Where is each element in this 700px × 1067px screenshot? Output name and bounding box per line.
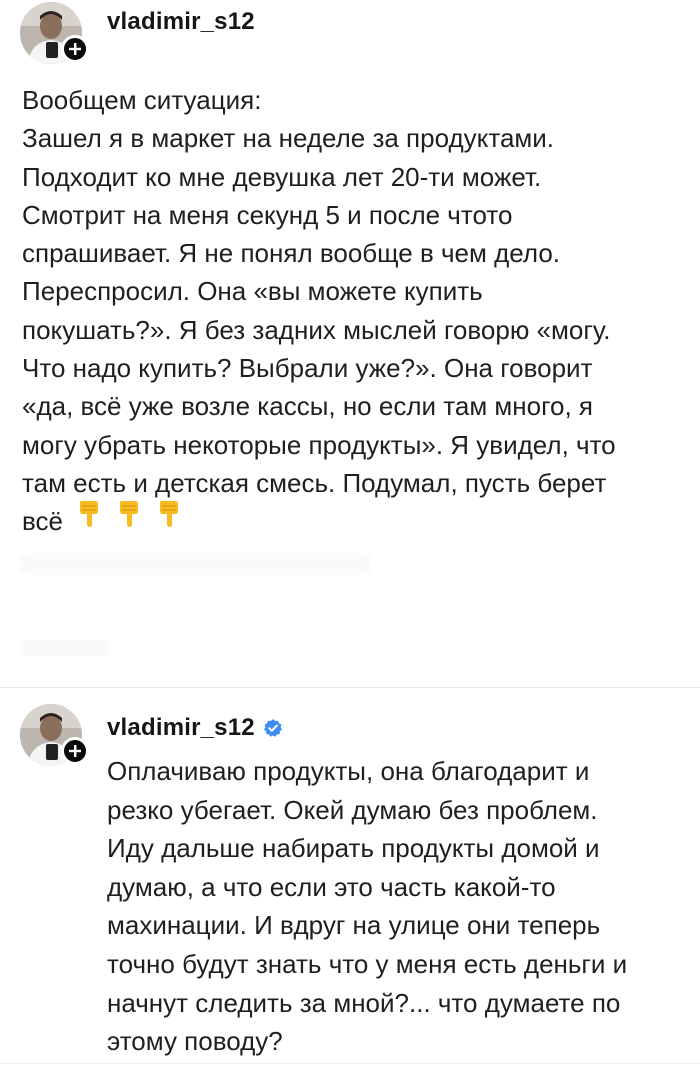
username-row: vladimir_s12	[107, 8, 255, 36]
username-row: vladimir_s12	[107, 714, 283, 742]
post-divider	[0, 687, 700, 688]
avatar-container[interactable]	[20, 2, 92, 74]
username-link[interactable]: vladimir_s12	[107, 714, 255, 742]
follow-plus-button[interactable]	[61, 737, 89, 765]
pointing-down-hand-icon	[120, 501, 138, 527]
reply-body-text: Оплачиваю продукты, она благодарит и рез…	[107, 756, 628, 1057]
pointing-down-hand-icon	[80, 501, 98, 527]
post-body-text: Вообщем ситуация: Зашел я в маркет на не…	[22, 85, 616, 537]
faded-action-row	[20, 553, 370, 575]
pointing-down-hand-icon	[160, 501, 178, 527]
thread-post-1: vladimir_s12 Вообщем ситуация: Зашел я в…	[0, 0, 700, 688]
plus-icon	[69, 745, 81, 757]
emoji-row	[77, 498, 182, 528]
avatar-container[interactable]	[20, 704, 92, 776]
username-link[interactable]: vladimir_s12	[107, 8, 255, 36]
faded-meta-row	[20, 640, 110, 656]
thread-post-2: vladimir_s12 Оплачиваю продукты, она бла…	[0, 690, 700, 1067]
follow-plus-button[interactable]	[61, 35, 89, 63]
verified-badge-icon	[263, 718, 283, 738]
bottom-divider	[0, 1063, 700, 1064]
plus-icon	[69, 43, 81, 55]
